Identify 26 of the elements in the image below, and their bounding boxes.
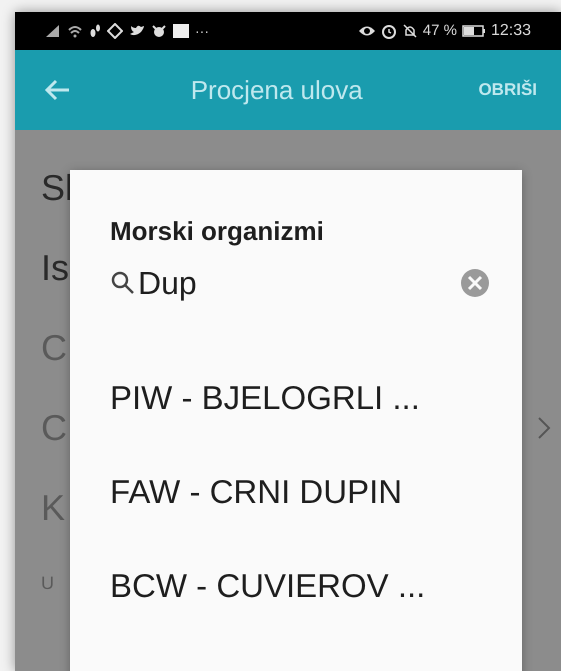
search-value: Dup <box>138 264 198 303</box>
form-label: Sl <box>41 166 74 210</box>
search-field[interactable]: Dup <box>110 255 490 311</box>
search-icon <box>110 270 136 296</box>
signal-icon <box>45 24 61 38</box>
footprints-icon <box>89 23 101 39</box>
organism-option[interactable]: PIW - BJELOGRLI ... <box>110 351 490 445</box>
eye-icon <box>358 24 376 38</box>
organism-option[interactable]: FAW - CRNI DUPIN <box>110 445 490 539</box>
battery-icon <box>462 25 486 37</box>
battery-percent: 47 % <box>422 20 457 41</box>
dialog-title: Morski organizmi <box>110 215 325 248</box>
back-arrow-icon <box>43 78 71 102</box>
diamond-icon <box>107 23 123 39</box>
bird-icon <box>129 24 145 38</box>
clock: 12:33 <box>490 21 531 41</box>
app-icon <box>173 24 189 38</box>
form-label: Is <box>41 246 70 290</box>
wifi-icon <box>67 24 83 38</box>
alarm-icon <box>380 23 397 39</box>
screen-title: Procjena ulova <box>190 74 364 106</box>
more-notifications: ··· <box>195 22 209 40</box>
organism-option[interactable]: BCW - CUVIEROV ... <box>110 539 490 633</box>
clear-icon[interactable] <box>460 268 490 298</box>
muted-bell-icon <box>402 23 418 39</box>
animal-icon <box>151 24 167 38</box>
